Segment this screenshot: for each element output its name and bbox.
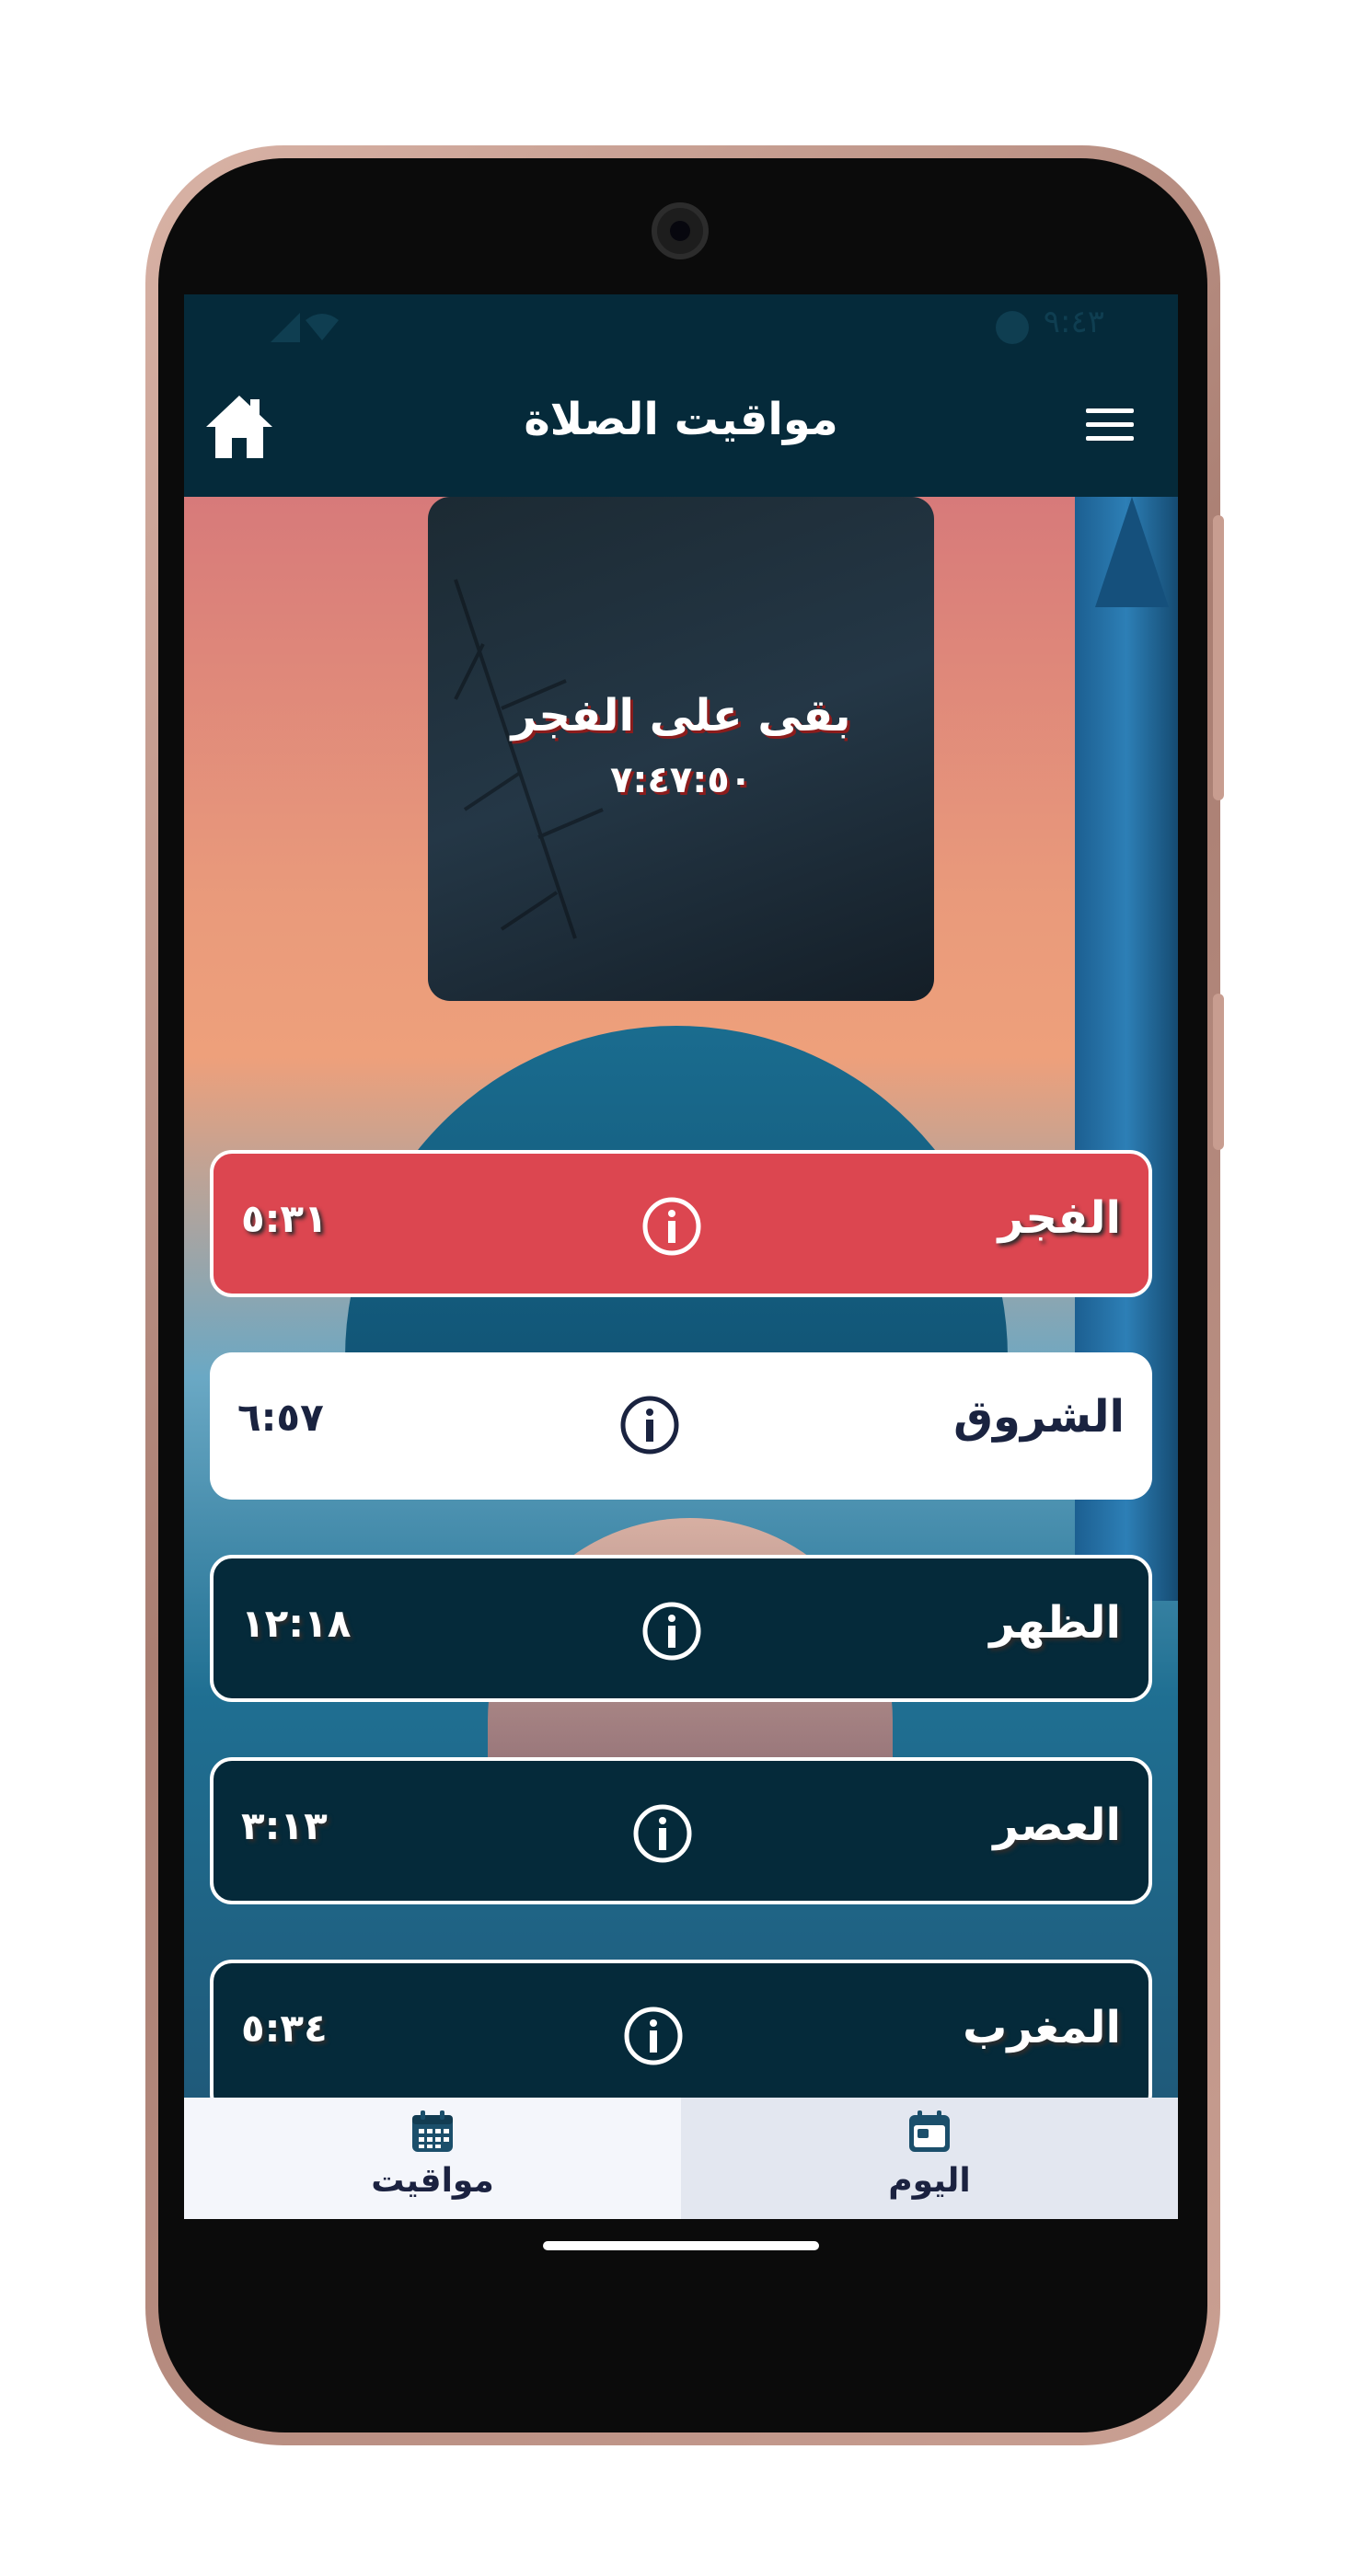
prayer-name: العصر <box>993 1800 1121 1851</box>
prayer-name: الظهر <box>989 1597 1121 1649</box>
prayer-row-dhuhr[interactable]: الظهر ١٢:١٨ <box>210 1555 1152 1702</box>
nav-label: مواقيت <box>371 2162 494 2200</box>
home-indicator[interactable] <box>543 2241 819 2250</box>
info-icon[interactable] <box>632 1803 693 1864</box>
volume-button <box>1213 515 1224 800</box>
info-icon[interactable] <box>641 1601 702 1662</box>
prayer-name: الشروق <box>953 1391 1125 1443</box>
nav-label: اليوم <box>888 2162 971 2200</box>
calendar-grid-icon <box>412 2110 453 2152</box>
notification-icon <box>996 311 1029 344</box>
prayer-time: ٥:٣١ <box>241 1196 328 1241</box>
countdown-value: ٧:٤٧:٥٠ <box>609 759 753 801</box>
nav-tab-mawaqit[interactable]: مواقيت <box>184 2098 681 2219</box>
prayer-time: ٥:٣٤ <box>241 2006 328 2051</box>
power-button <box>1213 994 1224 1150</box>
status-bar: ٩:٤٣ <box>184 294 1178 368</box>
menu-icon[interactable] <box>1086 408 1134 449</box>
countdown-card: بقى على الفجر ٧:٤٧:٥٠ <box>428 497 934 1001</box>
prayer-row-asr[interactable]: العصر ٣:١٣ <box>210 1757 1152 1904</box>
background-minaret-top <box>1095 497 1169 607</box>
prayer-row-maghrib[interactable]: المغرب ٥:٣٤ <box>210 1960 1152 2116</box>
prayer-time: ٦:٥٧ <box>237 1395 324 1440</box>
info-icon[interactable] <box>619 1395 680 1455</box>
countdown-label: بقى على الفجر <box>511 690 851 742</box>
app-screen: ٩:٤٣ مواقيت الصلاة بقى على الفجر ٧:٤٧:٥٠… <box>184 294 1178 2219</box>
signal-icon <box>271 313 300 342</box>
page-title: مواقيت الصلاة <box>524 394 838 445</box>
prayer-name: الفجر <box>998 1192 1121 1244</box>
status-time: ٩:٤٣ <box>1043 304 1104 340</box>
prayer-name: المغرب <box>963 2002 1121 2053</box>
prayer-row-shuruq[interactable]: الشروق ٦:٥٧ <box>210 1352 1152 1500</box>
info-icon[interactable] <box>641 1196 702 1257</box>
front-camera <box>652 202 709 259</box>
info-icon[interactable] <box>623 2006 684 2066</box>
home-icon[interactable] <box>202 390 276 464</box>
bottom-navigation: مواقيت اليوم <box>184 2098 1178 2219</box>
calendar-day-icon <box>909 2110 950 2152</box>
nav-tab-today[interactable]: اليوم <box>681 2098 1178 2219</box>
prayer-time: ١٢:١٨ <box>241 1601 352 1646</box>
wifi-icon <box>306 314 339 340</box>
prayer-time: ٣:١٣ <box>241 1803 328 1848</box>
prayer-row-fajr[interactable]: الفجر ٥:٣١ <box>210 1150 1152 1297</box>
